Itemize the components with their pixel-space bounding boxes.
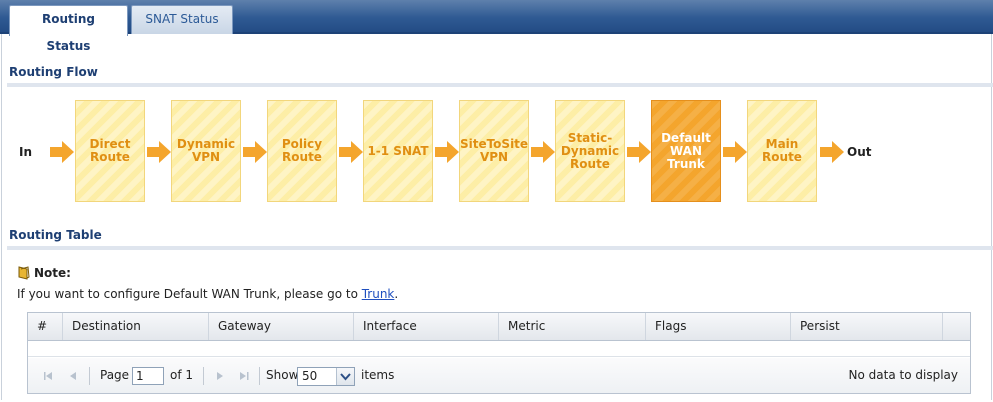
routing-flow-section: Routing Flow	[7, 65, 993, 87]
flow-step-label: 1-1 SNAT	[367, 143, 429, 158]
previous-page-icon[interactable]	[66, 369, 80, 383]
arrow-right-icon	[723, 141, 747, 163]
pager-separator	[259, 367, 260, 385]
pager-toolbar: Page 1 of 1 Show 50 items No data to dis…	[28, 358, 970, 393]
empty-message: No data to display	[848, 368, 958, 382]
note-icon	[18, 266, 30, 280]
section-divider	[7, 83, 993, 87]
flow-step-label: Default WAN Trunk	[661, 130, 711, 171]
arrow-right-icon	[531, 141, 555, 163]
tab-bar: Routing Status SNAT Status	[0, 0, 993, 53]
flow-step-policy-route: Policy Route	[267, 100, 337, 202]
show-label: Show	[266, 368, 299, 382]
tab-snat-status[interactable]: SNAT Status	[131, 5, 233, 34]
column-header-destination[interactable]: Destination	[63, 313, 209, 340]
flow-step-label: Dynamic VPN	[176, 137, 236, 164]
flow-step-site-to-site-vpn: SiteToSite VPN	[459, 100, 529, 202]
page-count-label: of 1	[170, 368, 194, 382]
column-header-flags[interactable]: Flags	[646, 313, 791, 340]
column-header-number[interactable]: #	[28, 313, 63, 340]
note-title: Note:	[34, 266, 71, 280]
arrow-right-icon	[435, 141, 459, 163]
flow-step-main-route: Main Route	[747, 100, 817, 202]
pager-separator	[89, 367, 90, 385]
flow-end-label: Out	[847, 145, 872, 159]
page-size-value: 50	[302, 369, 318, 383]
flow-step-label: Static-Dynamic Route	[560, 130, 620, 171]
flow-step-direct-route: Direct Route	[75, 100, 145, 202]
routing-table-section: Routing Table	[7, 228, 993, 250]
chevron-down-icon[interactable]	[336, 368, 354, 385]
trunk-link[interactable]: Trunk	[362, 287, 395, 301]
section-divider	[7, 246, 993, 250]
table-body	[28, 341, 970, 357]
arrow-right-icon	[147, 141, 171, 163]
arrow-right-icon	[50, 141, 74, 163]
note-text: If you want to configure Default WAN Tru…	[17, 287, 399, 301]
table-header: # Destination Gateway Interface Metric F…	[28, 313, 970, 341]
tab-routing-status[interactable]: Routing Status	[9, 5, 128, 53]
page-number-input[interactable]: 1	[132, 367, 164, 385]
arrow-right-icon	[627, 141, 651, 163]
routing-flow-title: Routing Flow	[9, 65, 98, 79]
first-page-icon[interactable]	[41, 369, 55, 383]
routing-table: # Destination Gateway Interface Metric F…	[27, 312, 971, 394]
flow-step-label: Direct Route	[89, 137, 131, 164]
page-size-select[interactable]: 50	[297, 367, 355, 386]
last-page-icon[interactable]	[237, 369, 251, 383]
flow-step-dynamic-vpn: Dynamic VPN	[171, 100, 241, 202]
flow-start-label: In	[19, 145, 33, 159]
pager-separator	[203, 367, 204, 385]
next-page-icon[interactable]	[213, 369, 227, 383]
column-header-metric[interactable]: Metric	[499, 313, 646, 340]
items-label: items	[361, 368, 395, 382]
flow-step-default-wan-trunk: Default WAN Trunk	[651, 100, 721, 202]
arrow-right-icon	[339, 141, 363, 163]
arrow-right-icon	[243, 141, 267, 163]
flow-step-label: Main Route	[762, 137, 802, 164]
flow-step-label: SiteToSite VPN	[459, 137, 529, 164]
column-header-interface[interactable]: Interface	[354, 313, 499, 340]
flow-step-one-to-one-snat: 1-1 SNAT	[363, 100, 433, 202]
flow-step-label: Policy Route	[281, 137, 323, 164]
page-label: Page	[100, 368, 130, 382]
flow-step-static-dynamic-route: Static-Dynamic Route	[555, 100, 625, 202]
arrow-right-icon	[820, 141, 844, 163]
column-header-persist[interactable]: Persist	[791, 313, 943, 340]
column-header-gateway[interactable]: Gateway	[209, 313, 354, 340]
routing-table-title: Routing Table	[9, 228, 102, 242]
